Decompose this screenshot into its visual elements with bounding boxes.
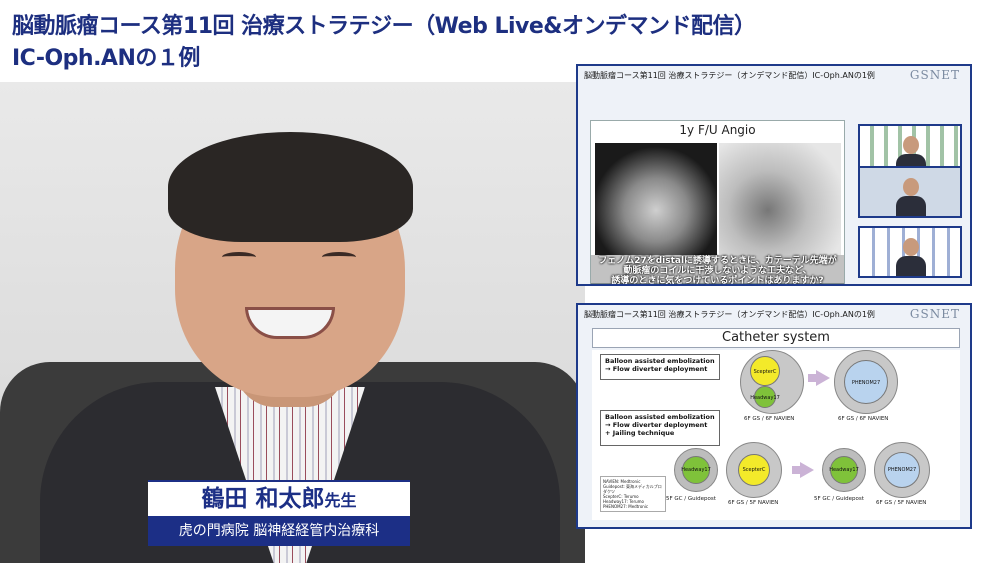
phenom-label: PHENOM27	[851, 380, 881, 386]
speaker-honorific: 先生	[324, 491, 357, 510]
transition-arrow-2-head	[800, 462, 814, 478]
angio-dsa-image	[719, 143, 841, 255]
legend-line: Guidepost: 東海メディカルプロダクツ	[603, 484, 662, 494]
participant-avatar	[896, 178, 926, 216]
slide-header: 脳動脈瘤コース第11回 治療ストラテジー（オンデマンド配信）IC-Oph.ANの…	[584, 71, 875, 80]
transition-arrow-2	[792, 466, 800, 474]
size-label-r2-c: 5F GC / Guidepost	[814, 496, 864, 502]
box2-line2: → Flow diverter deployment	[605, 421, 708, 429]
transition-arrow-1	[808, 374, 816, 382]
phenom-label: PHENOM27	[887, 467, 917, 473]
angio-3d-image	[595, 143, 717, 255]
speaker-name: 鶴田 和太郎	[201, 486, 325, 512]
caption-line-1: フェノム27をdistalに誘導するときに、カテーテル先端が	[598, 256, 837, 266]
size-label-r1-left: 6F GS / 6F NAVIEN	[744, 416, 795, 422]
box2-line3: + Jailing technique	[605, 429, 675, 437]
catheter-diagram: Balloon assisted embolization → Flow div…	[592, 350, 960, 520]
participant-video-2[interactable]	[858, 166, 962, 218]
question-caption: フェノム27をdistalに誘導するときに、カテーテル先端が 動脈瘤のコイルに干…	[591, 255, 844, 286]
slide-header: 脳動脈瘤コース第11回 治療ストラテジー（オンデマンド配信）IC-Oph.ANの…	[584, 310, 875, 319]
caption-line-3: 誘導のときに気をつけているポイントはありますか?	[611, 276, 824, 286]
box2-line1: Balloon assisted embolization	[605, 413, 715, 421]
angio-panel: 1y F/U Angio フェノム27をdistalに誘導するときに、カテーテル…	[590, 120, 845, 284]
scepter-label: ScepterC	[753, 369, 777, 375]
speaker-name-box: 鶴田 和太郎先生	[148, 482, 410, 516]
box1-line2: → Flow diverter deployment	[605, 365, 708, 373]
strategy-box-2: Balloon assisted embolization → Flow div…	[600, 410, 720, 446]
caption-line-2: 動脈瘤のコイルに干渉しないような工夫など、	[623, 266, 812, 276]
strategy-box-1: Balloon assisted embolization → Flow div…	[600, 354, 720, 380]
speaker-nameplate: 鶴田 和太郎先生 虎の門病院 脳神経経管内治療科	[148, 480, 410, 546]
participant-video-3[interactable]	[858, 226, 962, 278]
legend-line: PHENOM27: Medtronic	[603, 504, 649, 509]
manufacturer-legend: NAVIEN: Medtronic Guidepost: 東海メディカルプロダク…	[600, 476, 666, 512]
slide-window-catheter: 脳動脈瘤コース第11回 治療ストラテジー（オンデマンド配信）IC-Oph.ANの…	[576, 303, 972, 529]
catheter-title: Catheter system	[592, 328, 960, 348]
participant-avatar	[896, 238, 926, 276]
page-title-line1: 脳動脈瘤コース第11回 治療ストラテジー（Web Live&オンデマンド配信）	[12, 14, 756, 39]
size-label-r2-b: 6F GS / 5F NAVIEN	[728, 500, 779, 506]
size-label-r1-right: 6F GS / 6F NAVIEN	[838, 416, 889, 422]
size-label-r2-a: 5F GC / Guidepost	[666, 496, 716, 502]
slide-window-angio: 脳動脈瘤コース第11回 治療ストラテジー（オンデマンド配信）IC-Oph.ANの…	[576, 64, 972, 286]
speaker-eye-left	[222, 252, 256, 262]
gsnet-logo: GSNET	[909, 68, 960, 82]
headway-label: Headway17	[681, 467, 711, 473]
angio-title: 1y F/U Angio	[679, 123, 756, 137]
size-label-r2-d: 6F GS / 5F NAVIEN	[876, 500, 927, 506]
speaker-hair	[168, 132, 413, 242]
headway-label: Headway17	[750, 395, 780, 401]
speaker-affiliation: 虎の門病院 脳神経経管内治療科	[178, 523, 380, 539]
box1-line1: Balloon assisted embolization	[605, 357, 715, 365]
speaker-eye-right	[322, 252, 356, 262]
page-title-line2: IC-Oph.ANの１例	[12, 46, 200, 71]
scepter-label: ScepterC	[742, 467, 766, 473]
gsnet-logo: GSNET	[909, 307, 960, 321]
headway-label: Headway17	[829, 467, 859, 473]
transition-arrow-1-head	[816, 370, 830, 386]
